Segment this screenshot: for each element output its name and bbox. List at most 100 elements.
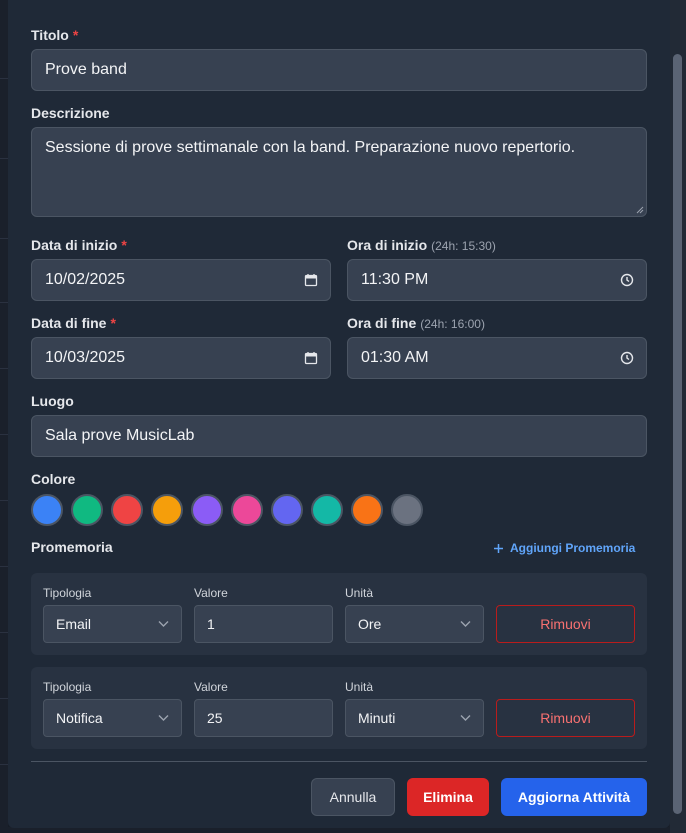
description-label: Descrizione: [31, 105, 110, 121]
reminder-type-label: Tipologia: [43, 586, 92, 600]
calendar-icon[interactable]: [304, 273, 318, 287]
reminder-value-label: Valore: [194, 586, 228, 600]
backdrop-grid-line: [0, 698, 8, 699]
end-time-value: 01:30 AM: [361, 349, 429, 366]
clock-icon[interactable]: [620, 273, 634, 287]
end-time-input[interactable]: 01:30 AM: [347, 337, 647, 379]
end-date-value: 10/03/2025: [45, 349, 126, 366]
color-swatch[interactable]: [351, 494, 383, 526]
location-label: Luogo: [31, 393, 74, 409]
required-mark: *: [110, 315, 116, 331]
reminder-card: Tipologia Valore Unità Notifica 25 Minut…: [31, 667, 647, 749]
chevron-down-icon: [460, 621, 471, 627]
reminder-value-label: Valore: [194, 680, 228, 694]
backdrop-grid-line: [0, 302, 8, 303]
footer-divider: [31, 761, 647, 762]
delete-button-label: Elimina: [423, 789, 473, 805]
color-swatch[interactable]: [271, 494, 303, 526]
reminder-value-value: 25: [207, 710, 223, 726]
chevron-down-icon: [158, 621, 169, 627]
location-label-text: Luogo: [31, 393, 74, 409]
backdrop-grid-line: [0, 368, 8, 369]
required-mark: *: [72, 27, 79, 43]
reminder-unit-value: Minuti: [358, 710, 396, 726]
reminder-type-select[interactable]: Notifica: [43, 699, 182, 737]
start-time-input[interactable]: 11:30 PM: [347, 259, 647, 301]
reminders-label-text: Promemoria: [31, 539, 113, 555]
end-time-label: Ora di fine (24h: 16:00): [347, 315, 485, 331]
remove-reminder-button[interactable]: Rimuovi: [496, 699, 635, 737]
reminder-value-value: 1: [207, 616, 215, 632]
resize-handle-icon[interactable]: [636, 206, 644, 214]
reminder-unit-value: Ore: [358, 616, 382, 632]
backdrop-grid-line: [0, 500, 8, 501]
update-activity-button[interactable]: Aggiorna Attività: [501, 778, 647, 816]
remove-reminder-button[interactable]: Rimuovi: [496, 605, 635, 643]
end-time-hint: (24h: 16:00): [420, 317, 485, 331]
color-swatch[interactable]: [71, 494, 103, 526]
chevron-down-icon: [460, 715, 471, 721]
end-time-label-text: Ora di fine: [347, 315, 417, 331]
backdrop-grid-line: [0, 238, 8, 239]
title-input[interactable]: Prove band: [31, 49, 647, 91]
color-swatch[interactable]: [231, 494, 263, 526]
location-input-value: Sala prove MusicLab: [45, 427, 195, 444]
backdrop-calendar-left: [0, 0, 8, 833]
reminder-type-value: Notifica: [56, 710, 103, 726]
end-date-label: Data di fine *: [31, 315, 116, 331]
reminder-type-label: Tipologia: [43, 680, 92, 694]
cancel-button[interactable]: Annulla: [311, 778, 395, 816]
backdrop-grid-line: [0, 434, 8, 435]
reminder-unit-label: Unità: [345, 680, 374, 694]
title-label-text: Titolo: [31, 27, 69, 43]
reminders-label: Promemoria: [31, 539, 113, 555]
color-swatch[interactable]: [191, 494, 223, 526]
end-date-label-text: Data di fine: [31, 315, 107, 331]
plus-icon: [494, 543, 503, 553]
backdrop-grid-line: [0, 158, 8, 159]
color-label-text: Colore: [31, 471, 76, 487]
start-time-label-text: Ora di inizio: [347, 237, 428, 253]
update-activity-button-label: Aggiorna Attività: [517, 789, 631, 805]
reminder-unit-select[interactable]: Minuti: [345, 699, 484, 737]
reminder-unit-label: Unità: [345, 586, 374, 600]
chevron-down-icon: [158, 715, 169, 721]
start-date-value: 10/02/2025: [45, 271, 126, 288]
start-time-label: Ora di inizio (24h: 15:30): [347, 237, 496, 253]
modal-scrollbar-thumb[interactable]: [673, 54, 682, 814]
description-textarea[interactable]: Sessione di prove settimanale con la ban…: [31, 127, 647, 217]
reminder-value-input[interactable]: 1: [194, 605, 333, 643]
clock-icon[interactable]: [620, 351, 634, 365]
reminder-value-input[interactable]: 25: [194, 699, 333, 737]
delete-button[interactable]: Elimina: [407, 778, 489, 816]
description-textarea-value: Sessione di prove settimanale con la ban…: [45, 139, 576, 156]
location-input[interactable]: Sala prove MusicLab: [31, 415, 647, 457]
color-swatch[interactable]: [111, 494, 143, 526]
required-mark: *: [121, 237, 127, 253]
color-swatch[interactable]: [31, 494, 63, 526]
reminder-card: Tipologia Valore Unità Email 1 Ore Rimuo…: [31, 573, 647, 655]
remove-reminder-label: Rimuovi: [540, 710, 591, 726]
calendar-icon[interactable]: [304, 351, 318, 365]
add-reminder-button[interactable]: Aggiungi Promemoria: [493, 541, 635, 555]
end-date-input[interactable]: 10/03/2025: [31, 337, 331, 379]
cancel-button-label: Annulla: [329, 789, 377, 805]
backdrop-grid-line: [0, 566, 8, 567]
color-swatch[interactable]: [311, 494, 343, 526]
color-swatch[interactable]: [391, 494, 423, 526]
start-date-label: Data di inizio *: [31, 237, 127, 253]
reminder-unit-select[interactable]: Ore: [345, 605, 484, 643]
start-time-hint: (24h: 15:30): [431, 239, 496, 253]
remove-reminder-label: Rimuovi: [540, 616, 591, 632]
backdrop-grid-line: [0, 632, 8, 633]
start-date-input[interactable]: 10/02/2025: [31, 259, 331, 301]
reminder-type-select[interactable]: Email: [43, 605, 182, 643]
title-label: Titolo *: [31, 27, 78, 43]
description-label-text: Descrizione: [31, 105, 110, 121]
reminder-type-value: Email: [56, 616, 92, 632]
color-swatch[interactable]: [151, 494, 183, 526]
backdrop-grid-line: [0, 764, 8, 765]
color-label: Colore: [31, 471, 75, 487]
start-time-value: 11:30 PM: [361, 271, 429, 288]
add-reminder-label: Aggiungi Promemoria: [510, 541, 636, 555]
